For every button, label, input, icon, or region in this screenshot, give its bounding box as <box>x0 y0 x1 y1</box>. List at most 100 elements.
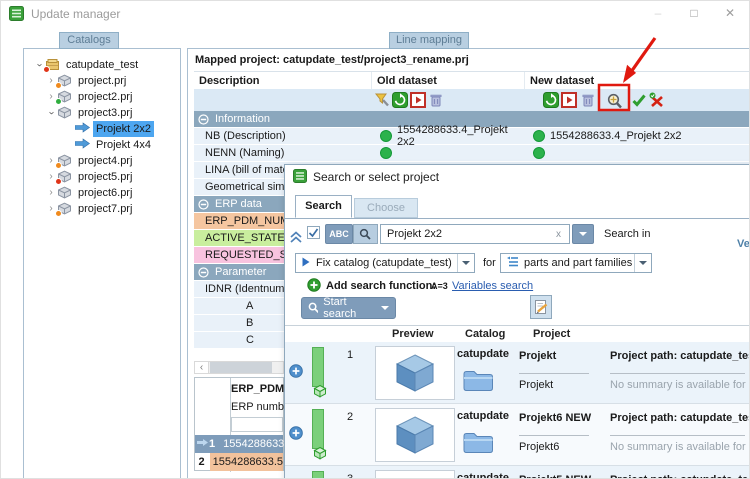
select-document-button[interactable] <box>530 295 552 319</box>
mapping-row-nb[interactable]: NB (Description) 1554288633.4_Projekt 2x… <box>194 128 750 145</box>
play-red-icon[interactable] <box>410 92 426 108</box>
preview-thumbnail[interactable] <box>375 470 455 479</box>
status-badge <box>55 82 62 89</box>
tree-item-project5-prj[interactable]: › project5.prj <box>31 169 173 185</box>
tree-item-label: project3.prj <box>75 105 135 121</box>
tree-item-projekt-2x2[interactable]: Projekt 2x2 <box>31 121 173 137</box>
geometry-search-toggle[interactable] <box>353 224 378 244</box>
catalog-select[interactable]: Fix catalog (catupdate_test) <box>295 253 475 273</box>
scroll-left-button[interactable]: ‹ <box>195 362 209 373</box>
document-edit-icon <box>534 299 549 315</box>
tree-item-project2-prj[interactable]: › project2.prj <box>31 89 173 105</box>
column-header-project[interactable]: Project <box>533 328 570 340</box>
folder-icon[interactable] <box>461 366 495 397</box>
variables-icon: A=3 <box>431 281 448 291</box>
project-summary: No summary is available for proje <box>610 379 750 391</box>
tree-item-project4-prj[interactable]: › project4.prj <box>31 153 173 169</box>
project-name[interactable]: Projekt5 NEW <box>519 474 591 479</box>
search-project-icon[interactable] <box>606 93 622 109</box>
expand-plus-icon[interactable] <box>289 364 303 381</box>
catalog-name: catupdate <box>457 472 509 479</box>
mapping-row-nenn[interactable]: NENN (Naming) <box>194 145 750 162</box>
folder-icon[interactable] <box>461 428 495 459</box>
search-checkbox[interactable] <box>307 226 320 239</box>
cancel-x-icon[interactable] <box>648 92 664 108</box>
tree-item-label: project7.prj <box>75 201 135 217</box>
close-button[interactable]: ✕ <box>719 5 741 21</box>
filter-wand-icon[interactable] <box>374 92 390 108</box>
tree-item-catupdate-test[interactable]: › catupdate_test <box>31 57 173 73</box>
tree-item-project3-prj[interactable]: › project3.prj <box>31 105 173 121</box>
tree-item-project6-prj[interactable]: › project6.prj <box>31 185 173 201</box>
confirm-check-icon[interactable] <box>631 92 647 108</box>
status-badge <box>55 210 62 217</box>
result-number: 2 <box>347 411 353 423</box>
new-value: 1554288633.4_Projekt 2x2 <box>550 130 682 142</box>
tree-item-label: Projekt 2x2 <box>93 121 154 137</box>
abc-text-search-toggle[interactable]: ABC <box>325 224 353 244</box>
trash-icon[interactable] <box>580 92 596 108</box>
erp-row-1[interactable]: 1 1554288633.4 <box>195 435 283 453</box>
collapse-panel-icon[interactable] <box>290 231 302 247</box>
catalog-icon <box>45 58 61 72</box>
project-subname: Projekt <box>519 379 553 391</box>
project-name[interactable]: Projekt6 NEW <box>519 412 591 424</box>
tree-item-label: project.prj <box>75 73 129 89</box>
column-header-new-dataset[interactable]: New dataset <box>525 72 750 90</box>
column-header-description[interactable]: Description <box>194 72 372 90</box>
result-row-2[interactable]: 2 catupdate Projekt6 NEW Projekt6 Projec… <box>285 404 750 466</box>
new-dataset-cell <box>525 145 750 161</box>
search-input[interactable]: Projekt 2x2 x <box>380 224 570 244</box>
variables-search-link[interactable]: Variables search <box>452 280 533 292</box>
tree-item-label: catupdate_test <box>63 57 141 73</box>
collapse-minus-icon[interactable] <box>198 267 209 278</box>
refresh-green-icon[interactable] <box>392 92 408 108</box>
chevron-down-icon[interactable] <box>457 254 474 272</box>
search-history-dropdown-button[interactable] <box>572 224 594 244</box>
relevance-bar <box>312 409 324 449</box>
update-manager-window: Update manager – □ ✕ Catalogs › catupdat… <box>0 0 750 479</box>
refresh-green-icon[interactable] <box>543 92 559 108</box>
result-row-1[interactable]: 1 catupdate Projekt Projekt Project path… <box>285 342 750 404</box>
collapse-minus-icon[interactable] <box>198 114 209 125</box>
start-search-label: Start search <box>323 296 374 320</box>
erp-row-2[interactable]: 2 1554288633.5 <box>195 453 283 471</box>
result-number: 3 <box>347 473 353 479</box>
preview-thumbnail[interactable] <box>375 346 455 400</box>
horizontal-scrollbar[interactable]: ‹ <box>194 361 284 374</box>
column-header-catalog[interactable]: Catalog <box>465 328 505 340</box>
column-header-preview[interactable]: Preview <box>392 328 434 340</box>
tab-choose[interactable]: Choose <box>354 198 418 218</box>
play-red-icon[interactable] <box>561 92 577 108</box>
column-header-old-dataset[interactable]: Old dataset <box>372 72 525 90</box>
add-plus-icon[interactable] <box>307 278 321 295</box>
trash-icon[interactable] <box>428 92 444 108</box>
erp-filter-input[interactable] <box>231 417 283 432</box>
collapse-minus-icon[interactable] <box>198 199 209 210</box>
catalog-name: catupdate <box>457 348 509 360</box>
scrollbar-thumb[interactable] <box>210 362 272 373</box>
preview-thumbnail[interactable] <box>375 408 455 462</box>
tree-item-project-prj[interactable]: › project.prj <box>31 73 173 89</box>
expand-plus-icon[interactable] <box>289 426 303 443</box>
divider <box>519 373 589 374</box>
results-header: Preview Catalog Project <box>285 325 750 343</box>
chevron-right-icon[interactable]: › <box>45 185 57 201</box>
scope-select[interactable]: parts and part families <box>500 253 652 273</box>
catalog-select-value: Fix catalog (catupdate_test) <box>310 257 457 269</box>
project-name[interactable]: Projekt <box>519 350 556 362</box>
project-path: Project path: catupdate_test/Proj <box>610 350 750 362</box>
chevron-down-icon[interactable] <box>634 254 651 272</box>
row-label: NENN (Naming) <box>194 145 372 161</box>
result-row-3[interactable]: 3 catupdate Projekt5 NEW Project path: c… <box>285 466 750 479</box>
version-link[interactable]: Ve <box>737 238 750 250</box>
tab-search[interactable]: Search <box>295 195 352 218</box>
maximize-button[interactable]: □ <box>683 5 705 21</box>
tree-item-projekt-4x4[interactable]: Projekt 4x4 <box>31 137 173 153</box>
section-label: ERP data <box>215 198 262 210</box>
clear-input-icon[interactable]: x <box>556 229 569 240</box>
tree-item-project7-prj[interactable]: › project7.prj <box>31 201 173 217</box>
minimize-button[interactable]: – <box>647 5 669 21</box>
project-subname: Projekt6 <box>519 441 559 453</box>
start-search-button[interactable]: Start search <box>301 297 396 319</box>
